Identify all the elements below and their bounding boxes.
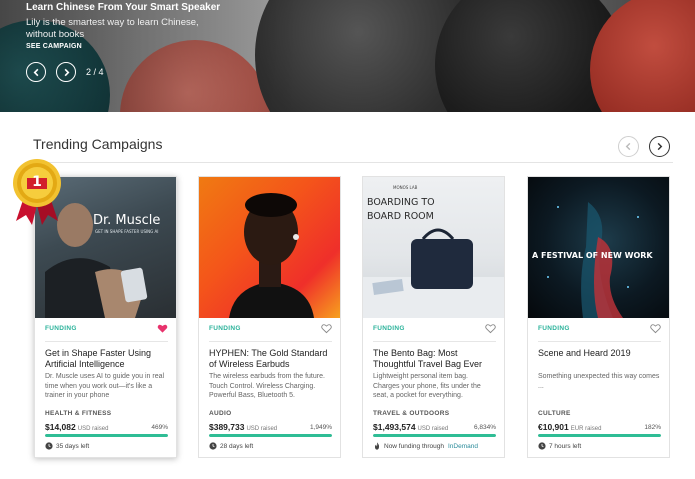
image-headline: Dr. Muscle: [93, 213, 161, 228]
campaign-description: Dr. Muscle uses AI to guide you in real …: [45, 373, 165, 399]
campaign-description: Something unexpected this way comes ...: [538, 373, 660, 390]
section-title: Trending Campaigns: [33, 136, 163, 152]
clock-icon: [209, 442, 217, 450]
percent-funded: 182%: [644, 424, 661, 431]
see-campaign-link[interactable]: SEE CAMPAIGN: [26, 43, 82, 50]
image-headline-line2: BOARD ROOM: [367, 211, 434, 222]
funding-status: Now funding through InDemand: [373, 442, 478, 450]
percent-funded: 469%: [151, 424, 168, 431]
hero-slide-counter: 2 / 4: [86, 67, 104, 77]
trending-next-button[interactable]: [649, 136, 670, 157]
amount-raised: $389,733 USD raised: [209, 422, 278, 432]
heart-icon[interactable]: [321, 323, 332, 334]
image-headline: BOARDING TO: [367, 197, 435, 208]
hero-banner[interactable]: Learn Chinese From Your Smart Speaker Li…: [0, 0, 695, 112]
medal-icon: [13, 159, 61, 225]
time-left: 28 days left: [209, 442, 253, 450]
amount-raised: $1,493,574 USD raised: [373, 422, 449, 432]
hero-description: Lily is the smartest way to learn Chines…: [26, 17, 199, 40]
image-subline: GET IN SHAPE FASTER USING AI: [95, 229, 159, 234]
chevron-left-icon: [33, 68, 38, 76]
campaign-title[interactable]: The Bento Bag: Most Thoughtful Travel Ba…: [373, 348, 496, 370]
campaign-card[interactable]: A FESTIVAL OF NEW WORK FUNDING Scene and…: [527, 176, 670, 458]
progress-bar: [373, 434, 496, 437]
clock-icon: [538, 442, 546, 450]
section-divider: [33, 162, 673, 163]
campaign-image[interactable]: [199, 177, 340, 318]
campaign-category: CULTURE: [538, 410, 571, 417]
amount-raised: €10,901 EUR raised: [538, 422, 602, 432]
campaign-description: Lightweight personal item bag. Charges y…: [373, 373, 481, 399]
progress-bar: [209, 434, 332, 437]
indemand-link[interactable]: InDemand: [448, 443, 478, 450]
campaign-category: HEALTH & FITNESS: [45, 410, 112, 417]
status-tag: FUNDING: [45, 325, 77, 332]
status-tag: FUNDING: [373, 325, 405, 332]
campaign-title[interactable]: HYPHEN: The Gold Standard of Wireless Ea…: [209, 348, 332, 370]
hero-next-button[interactable]: [56, 62, 76, 82]
campaign-title[interactable]: Get in Shape Faster Using Artificial Int…: [45, 348, 168, 370]
campaign-title[interactable]: Scene and Heard 2019: [538, 348, 661, 359]
rank-badge: 1: [10, 157, 64, 227]
rank-number: 1: [32, 174, 42, 190]
trending-prev-button[interactable]: [618, 136, 639, 157]
chevron-left-icon: [625, 142, 631, 151]
hero-prev-button[interactable]: [26, 62, 46, 82]
campaign-category: TRAVEL & OUTDOORS: [373, 410, 450, 417]
image-headline: A FESTIVAL OF NEW WORK: [532, 251, 653, 260]
clock-icon: [45, 442, 53, 450]
heart-icon[interactable]: [650, 323, 661, 334]
campaign-description: The wireless earbuds from the future. To…: [209, 373, 325, 399]
amount-raised: $14,082 USD raised: [45, 422, 109, 432]
hero-title: Learn Chinese From Your Smart Speaker: [26, 2, 221, 13]
flame-icon: [374, 442, 380, 450]
heart-icon[interactable]: [485, 323, 496, 334]
campaign-image[interactable]: A FESTIVAL OF NEW WORK: [528, 177, 669, 318]
campaign-image[interactable]: MONOS LAB BOARDING TO BOARD ROOM: [363, 177, 504, 318]
campaign-card[interactable]: MONOS LAB BOARDING TO BOARD ROOM FUNDING…: [362, 176, 505, 458]
chevron-right-icon: [657, 142, 663, 151]
status-tag: FUNDING: [538, 325, 570, 332]
time-left: 35 days left: [45, 442, 89, 450]
percent-funded: 1,949%: [309, 424, 332, 431]
percent-funded: 6,834%: [473, 424, 496, 431]
campaign-category: AUDIO: [209, 410, 232, 417]
time-left: 7 hours left: [538, 442, 581, 450]
image-brand: MONOS LAB: [393, 185, 418, 190]
chevron-right-icon: [64, 68, 69, 76]
campaign-card[interactable]: FUNDING HYPHEN: The Gold Standard of Wir…: [198, 176, 341, 458]
progress-bar: [45, 434, 168, 437]
progress-bar: [538, 434, 661, 437]
heart-icon[interactable]: [157, 323, 168, 334]
status-tag: FUNDING: [209, 325, 241, 332]
